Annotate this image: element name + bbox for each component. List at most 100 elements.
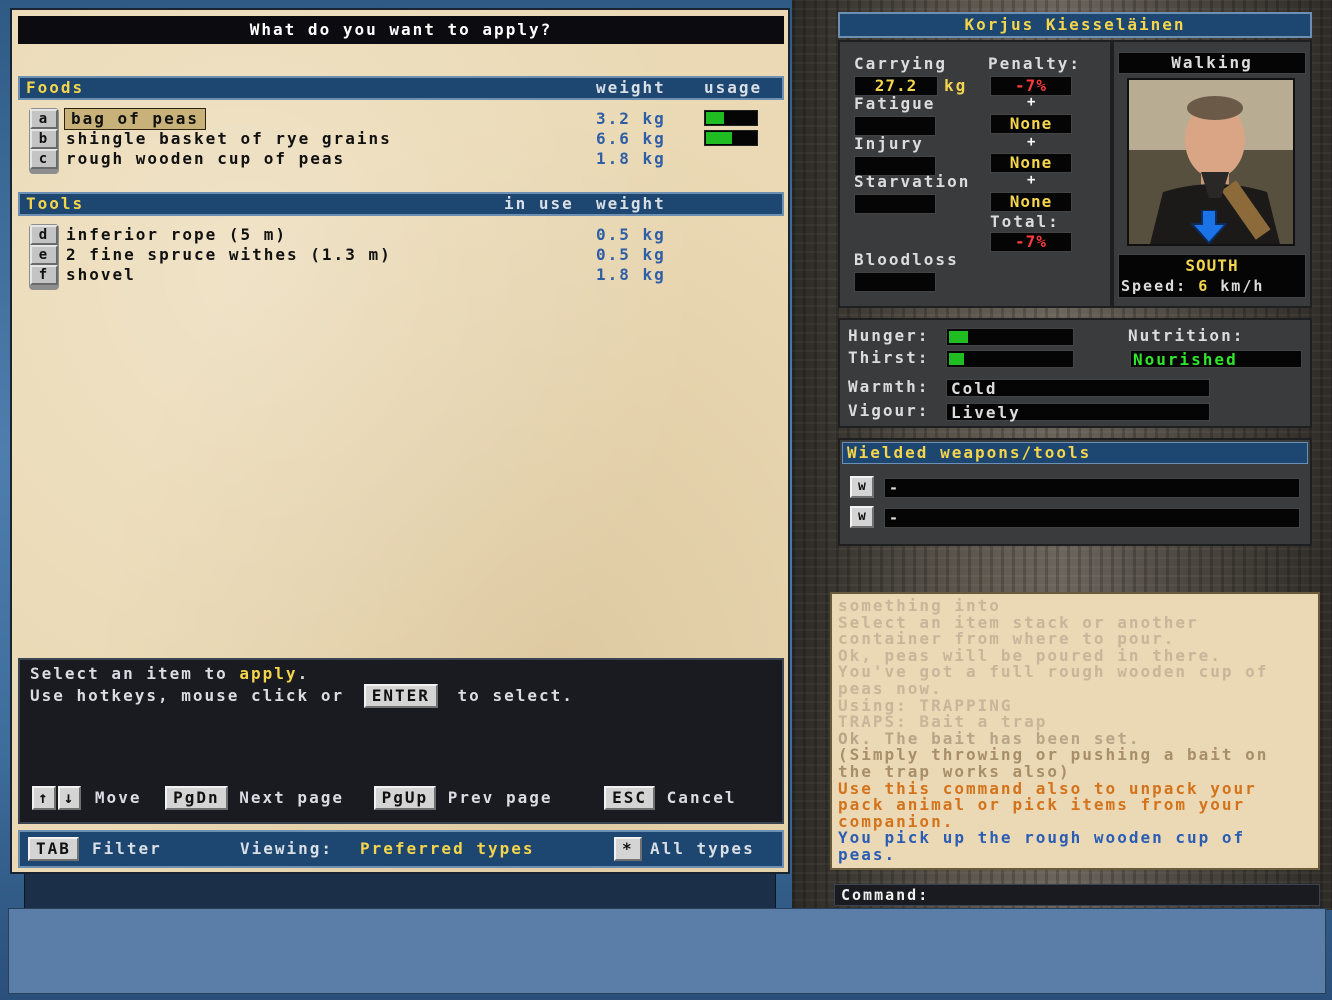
wielded-header-label: Wielded weapons/tools	[847, 443, 1092, 462]
list-item-wooden-cup[interactable]: c rough wooden cup of peas 1.8 kg	[30, 149, 770, 169]
wielded-slot-value: -	[889, 509, 899, 527]
hint-line-2: Use hotkeys, mouse click or ENTER to sel…	[30, 684, 574, 708]
plus-sign: +	[1027, 134, 1036, 150]
warmth-box: Cold	[946, 379, 1210, 398]
left-strip	[24, 872, 776, 908]
message-log[interactable]: something into Select an item stack or a…	[830, 592, 1320, 870]
penalty-box: -7%	[990, 76, 1072, 96]
item-weight: 6.6 kg	[596, 129, 666, 148]
pgdn-key[interactable]: PgDn	[165, 786, 228, 810]
item-name[interactable]: shingle basket of rye grains	[66, 129, 392, 149]
message-line: Select an item stack or another containe…	[838, 612, 1211, 649]
tab-key[interactable]: TAB	[28, 837, 79, 861]
hotkey-f[interactable]: f	[30, 265, 58, 285]
all-types-label: All types	[650, 839, 755, 858]
hotkey-e[interactable]: e	[30, 245, 58, 265]
item-name[interactable]: shovel	[66, 265, 136, 285]
hotkey-b[interactable]: b	[30, 129, 58, 149]
thirst-fill	[949, 353, 965, 365]
message-line: You've got a full rough wooden cup of pe…	[838, 662, 1281, 698]
penalty-value: -7%	[1015, 76, 1047, 95]
foods-usage-column: usage	[704, 78, 763, 97]
wield-key[interactable]: w	[850, 476, 874, 498]
hint-line2-suffix: to select.	[457, 686, 574, 705]
plus-sign: +	[1027, 172, 1036, 188]
item-name[interactable]: inferior rope (5 m)	[66, 225, 287, 245]
hint-line-1: Select an item to apply.	[30, 664, 309, 683]
foods-header-label: Foods	[26, 78, 85, 97]
wielded-slot[interactable]: w -	[850, 476, 1300, 498]
cancel-label: Cancel	[666, 788, 737, 807]
speed-label: Speed:	[1121, 277, 1188, 295]
up-arrow-key[interactable]: ↑	[32, 786, 56, 810]
foods-weight-column: weight	[596, 78, 666, 97]
wielded-panel: Wielded weapons/tools w - w -	[838, 438, 1312, 546]
usage-bar	[704, 130, 758, 146]
hotkey-c[interactable]: c	[30, 149, 58, 169]
list-item-shingle-basket[interactable]: b shingle basket of rye grains 6.6 kg	[30, 129, 770, 149]
bloodloss-label: Bloodloss	[854, 250, 959, 269]
fatigue-penalty-box: None	[990, 114, 1072, 134]
starvation-label: Starvation	[854, 172, 971, 191]
command-label: Command:	[841, 886, 930, 904]
tools-in-use-column: in use	[504, 194, 574, 213]
command-bar[interactable]: Command:	[834, 884, 1320, 906]
total-value: -7%	[1015, 232, 1047, 251]
usage-fill	[706, 112, 725, 124]
carrying-box: 27.2	[854, 76, 938, 96]
character-portrait	[1127, 78, 1295, 246]
viewing-value: Preferred types	[360, 839, 535, 858]
pgup-key[interactable]: PgUp	[373, 786, 437, 810]
item-name[interactable]: bag of peas	[64, 108, 206, 130]
hotkey-a[interactable]: a	[30, 109, 58, 129]
vigour-value: Lively	[951, 403, 1021, 422]
message-line: (Simply throwing or pushing a bait on th…	[838, 745, 1281, 781]
wielded-header: Wielded weapons/tools	[842, 442, 1308, 464]
thirst-bar	[946, 350, 1074, 368]
list-item-rope[interactable]: d inferior rope (5 m) 0.5 kg	[30, 225, 770, 245]
filter-bar: TAB Filter Viewing: Preferred types * Al…	[18, 830, 784, 868]
item-weight: 0.5 kg	[596, 245, 666, 264]
tools-header-label: Tools	[26, 194, 85, 213]
dialog-title: What do you want to apply?	[18, 16, 784, 44]
item-name[interactable]: rough wooden cup of peas	[66, 149, 345, 169]
wield-key[interactable]: w	[850, 506, 874, 528]
carrying-unit: kg	[944, 76, 968, 95]
pgup-label: Prev page	[447, 788, 553, 807]
down-arrow-key[interactable]: ↓	[57, 786, 82, 810]
tools-header: Tools in use weight	[18, 192, 784, 216]
fatigue-penalty: None	[1009, 114, 1053, 133]
message-line: You pick up the rough wooden cup of peas…	[838, 828, 1257, 864]
message-line: Use this command also to unpack your pac…	[838, 778, 1269, 831]
character-name: Korjus Kiesseläinen	[838, 12, 1312, 38]
tools-weight-column: weight	[596, 194, 666, 213]
esc-key[interactable]: ESC	[604, 786, 656, 810]
hint-panel: Select an item to apply. Use hotkeys, mo…	[18, 658, 784, 824]
hint-suffix: .	[297, 664, 310, 683]
bottom-panel	[8, 908, 1326, 994]
status-panel: Hunger: Thirst: Nutrition: Nourished War…	[838, 318, 1312, 428]
hint-line2-prefix: Use hotkeys, mouse click or	[30, 686, 345, 705]
item-name[interactable]: 2 fine spruce withes (1.3 m)	[66, 245, 392, 265]
hint-prefix: Select an item to	[30, 664, 240, 683]
usage-fill	[706, 132, 732, 144]
all-types-key[interactable]: *	[614, 837, 642, 861]
warmth-value: Cold	[951, 379, 998, 398]
item-weight: 1.8 kg	[596, 149, 666, 168]
move-label: Move	[94, 788, 142, 807]
list-item-shovel[interactable]: f shovel 1.8 kg	[30, 265, 770, 285]
vigour-label: Vigour:	[848, 401, 930, 420]
penalty-label: Penalty:	[988, 54, 1082, 73]
starvation-penalty-box: None	[990, 192, 1072, 212]
encumbrance-panel: Carrying 27.2 kg Penalty: -7% + Fatigue …	[838, 40, 1112, 308]
hotkey-d[interactable]: d	[30, 225, 58, 245]
wielded-slot[interactable]: w -	[850, 506, 1300, 528]
injury-label: Injury	[854, 134, 924, 153]
movement-mode-box: Walking	[1118, 52, 1306, 74]
wielded-slot-box: -	[884, 508, 1300, 528]
enter-key[interactable]: ENTER	[363, 684, 438, 708]
list-item-bag-of-peas[interactable]: a bag of peas 3.2 kg	[30, 108, 770, 130]
hunger-fill	[949, 331, 968, 343]
viewing-label: Viewing:	[240, 839, 334, 858]
list-item-spruce-withes[interactable]: e 2 fine spruce withes (1.3 m) 0.5 kg	[30, 245, 770, 265]
